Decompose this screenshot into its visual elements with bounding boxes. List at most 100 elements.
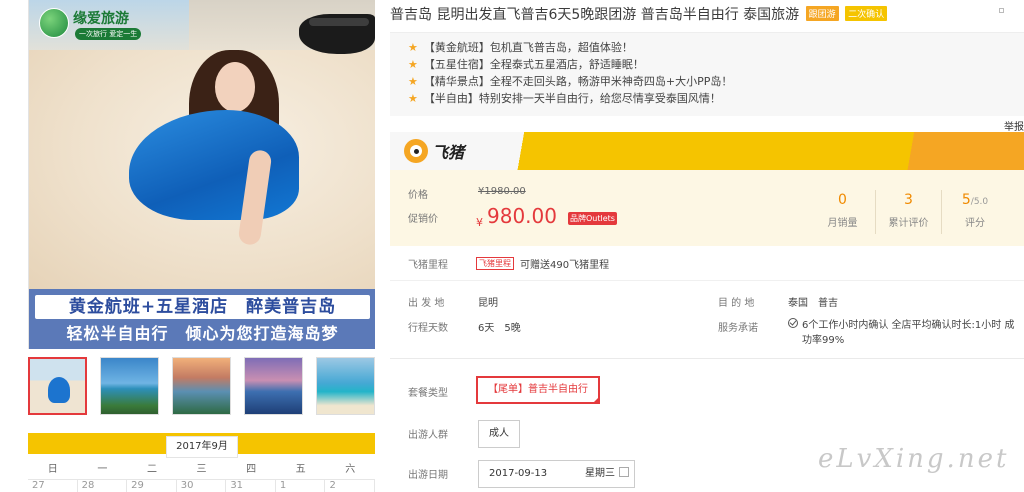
- duration-label: 行程天数: [408, 323, 448, 334]
- weekday-label: 日: [47, 464, 58, 475]
- depart-value: 昆明: [478, 298, 498, 309]
- report-link[interactable]: 举报: [1004, 118, 1024, 133]
- globe-icon: [39, 8, 69, 38]
- banner-headline: 黄金航班+五星酒店 醉美普吉岛: [35, 295, 370, 319]
- site-watermark: eLvXing.net: [818, 444, 1010, 474]
- thumbnail-strip: [28, 357, 375, 417]
- weekday-label: 二: [146, 464, 157, 475]
- divider: [390, 358, 1024, 359]
- date-label: 出游日期: [408, 470, 448, 481]
- calendar-day[interactable]: 29: [127, 479, 177, 492]
- date-picker[interactable]: 2017-09-13 星期三: [478, 460, 635, 488]
- fliggy-logo: 飞猪: [404, 139, 464, 163]
- package-label: 套餐类型: [408, 388, 448, 399]
- product-gallery: 缘爱旅游 一次旅行 爱定一生 黄金航班+五星酒店 醉美普吉岛 轻松半自由行 倾心…: [28, 0, 376, 492]
- confirm-badge: 二次确认: [845, 6, 888, 21]
- calendar-day[interactable]: 2: [325, 479, 376, 492]
- star-icon: ★: [408, 41, 418, 54]
- sales-stats: 0 月销量 3 累计评价 5/5.0 评分: [810, 190, 1024, 234]
- mileage-badge: 飞猪里程: [476, 257, 514, 270]
- stat-value: 3: [904, 192, 913, 208]
- thumbnail-beach-woman[interactable]: [28, 357, 87, 415]
- people-label: 出游人群: [408, 430, 448, 441]
- date-weekday: 星期三: [585, 468, 615, 479]
- calendar-day[interactable]: 1: [275, 479, 326, 492]
- highlight-item: ★ 【精华景点】全程不走回头路，畅游甲米神奇四岛+大小PP岛！: [408, 73, 1024, 90]
- group-tour-badge: 跟团游: [805, 6, 839, 21]
- calendar-icon[interactable]: [619, 467, 629, 477]
- star-icon: ★: [408, 92, 418, 105]
- photo-boat-rim: [309, 18, 369, 26]
- weekday-label: 六: [345, 464, 356, 475]
- product-title: 普吉岛 昆明出发直飞普吉6天5晚跟团游 普吉岛半自由行 泰国旅游: [390, 7, 800, 23]
- highlight-text: 【五星住宿】全程泰式五星酒店，舒适睡眠！: [423, 58, 644, 71]
- star-icon: ★: [408, 58, 418, 71]
- highlight-text: 【半自由】特别安排一天半自由行，给您尽情享受泰国风情！: [423, 92, 721, 105]
- thumbnail-island-bay[interactable]: [100, 357, 159, 415]
- service-label: 服务承诺: [718, 323, 758, 334]
- highlight-text: 【黄金航班】包机直飞普吉岛，超值体验！: [423, 41, 633, 54]
- highlight-item: ★ 【黄金航班】包机直飞普吉岛，超值体验！: [408, 39, 1024, 56]
- photo-woman-face: [215, 62, 255, 112]
- stat-value: 5: [961, 192, 971, 208]
- highlight-text: 【精华景点】全程不走回头路，畅游甲米神奇四岛+大小PP岛！: [423, 75, 733, 88]
- stat-label: 累计评价: [888, 218, 929, 229]
- thumbnail-longtail-boat[interactable]: [316, 357, 375, 415]
- destination-value: 泰国 普吉: [788, 298, 838, 309]
- original-price: ¥1980.00: [478, 186, 526, 197]
- calendar-weekdays: 日 一 二 三 四 五 六: [28, 460, 375, 476]
- weekday-label: 三: [196, 464, 207, 475]
- stat-label: 月销量: [827, 218, 858, 229]
- product-detail: 普吉岛 昆明出发直飞普吉6天5晚跟团游 普吉岛半自由行 泰国旅游 跟团游 二次确…: [390, 0, 1024, 492]
- divider: [390, 280, 1024, 281]
- sale-price: 980.00: [487, 204, 557, 228]
- depart-label: 出 发 地: [408, 298, 445, 309]
- banner-subline: 轻松半自由行 倾心为您打造海岛梦: [66, 324, 339, 343]
- thumbnail-purple-sunset[interactable]: [244, 357, 303, 415]
- duration-value: 6天 5晚: [478, 323, 521, 334]
- fliggy-icon: [404, 139, 428, 163]
- share-icon[interactable]: [999, 8, 1004, 13]
- brand-name: 飞猪: [432, 143, 465, 162]
- mileage-text: 可赠送490飞猪里程: [520, 260, 610, 271]
- highlights-list: ★ 【黄金航班】包机直飞普吉岛，超值体验！ ★ 【五星住宿】全程泰式五星酒店，舒适睡…: [390, 32, 1024, 116]
- stat-rating: 5/5.0 评分: [942, 190, 1008, 234]
- outlets-badge: 品牌Outlets: [568, 212, 617, 225]
- stat-reviews[interactable]: 3 累计评价: [876, 190, 942, 234]
- stat-suffix: /5.0: [970, 197, 989, 207]
- destination-label: 目 的 地: [718, 298, 755, 309]
- date-value: 2017-09-13: [489, 468, 548, 479]
- weekday-label: 一: [97, 464, 108, 475]
- agency-logo: 缘爱旅游 一次旅行 爱定一生: [39, 6, 149, 42]
- original-price-label: 价格: [408, 190, 428, 201]
- stat-label: 评分: [965, 218, 985, 229]
- highlight-item: ★ 【五星住宿】全程泰式五星酒店，舒适睡眠！: [408, 56, 1024, 73]
- product-title-row: 普吉岛 昆明出发直飞普吉6天5晚跟团游 普吉岛半自由行 泰国旅游 跟团游 二次确…: [390, 4, 1010, 26]
- currency-symbol: ¥: [476, 216, 483, 229]
- sale-price-label: 促销价: [408, 214, 438, 225]
- calendar-day[interactable]: 31: [226, 479, 276, 492]
- stat-value: 0: [838, 192, 847, 208]
- calendar-day[interactable]: 28: [77, 479, 128, 492]
- brand-bar-orange: [900, 132, 1024, 170]
- departure-calendar: 2017年9月 日 一 二 三 四 五 六 27 28 29 30 31 1 2: [28, 433, 376, 492]
- calendar-month[interactable]: 2017年9月: [166, 436, 238, 458]
- calendar-day[interactable]: 30: [176, 479, 227, 492]
- mileage-label: 飞猪里程: [408, 260, 448, 271]
- check-circle-icon: [788, 318, 798, 328]
- calendar-day[interactable]: 27: [28, 479, 78, 492]
- thumbnail-sunset-resort[interactable]: [172, 357, 231, 415]
- main-product-photo[interactable]: 缘爱旅游 一次旅行 爱定一生 黄金航班+五星酒店 醉美普吉岛 轻松半自由行 倾心…: [28, 0, 375, 349]
- thumbnail-figure: [48, 377, 70, 403]
- logo-text: 缘爱旅游: [73, 11, 129, 27]
- calendar-days-row: 27 28 29 30 31 1 2: [28, 479, 376, 492]
- stat-monthly-sales: 0 月销量: [810, 190, 876, 234]
- highlight-item: ★ 【半自由】特别安排一天半自由行，给您尽情享受泰国风情！: [408, 90, 1024, 107]
- weekday-label: 四: [246, 464, 257, 475]
- service-value: 6个工作小时内确认 全店平均确认时长:1小时 成功率99%: [802, 320, 1015, 346]
- weekday-label: 五: [295, 464, 306, 475]
- logo-slogan: 一次旅行 爱定一生: [75, 28, 142, 40]
- star-icon: ★: [408, 75, 418, 88]
- people-option[interactable]: 成人: [478, 420, 520, 448]
- package-option-selected[interactable]: 【尾单】普吉半自由行: [476, 376, 600, 404]
